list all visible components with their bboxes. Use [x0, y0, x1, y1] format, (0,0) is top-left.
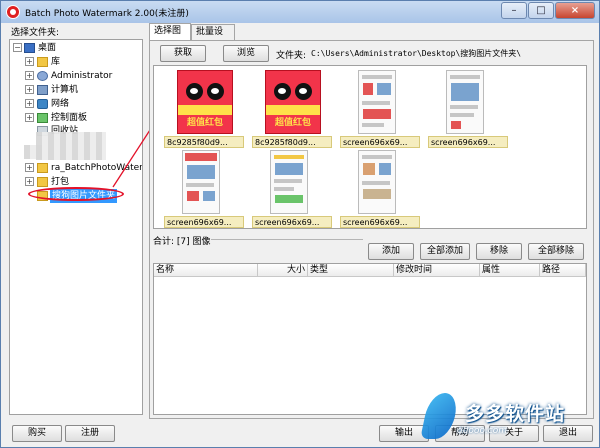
- image-preview: [358, 70, 396, 134]
- column-size[interactable]: 大小: [258, 264, 308, 277]
- thumbnail-caption: screen696x69...: [340, 136, 420, 148]
- thumbnail-item[interactable]: screen696x69...: [340, 148, 420, 232]
- image-preview: [446, 70, 484, 134]
- column-modified[interactable]: 修改时间: [394, 264, 480, 277]
- buy-button[interactable]: 购买: [12, 425, 62, 442]
- image-preview: 超值红包: [177, 70, 233, 134]
- browse-button[interactable]: 浏览: [223, 45, 269, 62]
- image-count-label: 合计: [7] 图像: [153, 237, 211, 247]
- remove-all-button[interactable]: 全部移除: [528, 243, 584, 260]
- add-all-button[interactable]: 全部添加: [420, 243, 470, 260]
- thumbnail-item[interactable]: screen696x69...: [164, 148, 244, 232]
- ddooo-logo-icon: [420, 393, 460, 439]
- image-preview: [270, 150, 308, 214]
- thumbnail-caption: screen696x69...: [252, 216, 332, 228]
- column-name[interactable]: 名称: [154, 264, 258, 277]
- thumbnail-item[interactable]: screen696x69...: [252, 148, 332, 232]
- thumbnail-caption: 8c9285f80d9...: [252, 136, 332, 148]
- main-window: Batch Photo Watermark 2.00(未注册) – □ × 选择…: [0, 0, 600, 448]
- image-preview: 超值红包: [265, 70, 321, 134]
- divider: [211, 239, 363, 240]
- thumbnail-item[interactable]: 超值红包 8c9285f80d9...: [164, 68, 244, 152]
- image-preview: [182, 150, 220, 214]
- watermark-brand: 多多软件站: [465, 403, 566, 425]
- get-button[interactable]: 获取: [160, 45, 206, 62]
- folder-path: C:\Users\Administrator\Desktop\搜狗图片文件夹\: [311, 49, 522, 58]
- add-button[interactable]: 添加: [368, 243, 414, 260]
- column-type[interactable]: 类型: [308, 264, 394, 277]
- register-button[interactable]: 注册: [65, 425, 115, 442]
- thumbnail-caption: screen696x69...: [164, 216, 244, 228]
- thumbnail-item[interactable]: screen696x69...: [428, 68, 508, 152]
- thumbnail-item[interactable]: screen696x69...: [340, 68, 420, 152]
- remove-button[interactable]: 移除: [476, 243, 522, 260]
- thumbnail-item[interactable]: 超值红包 8c9285f80d9...: [252, 68, 332, 152]
- image-preview: [358, 150, 396, 214]
- column-path[interactable]: 路径: [540, 264, 586, 277]
- tab-batch-settings[interactable]: 批量设置: [191, 24, 235, 52]
- thumbnail-caption: screen696x69...: [340, 216, 420, 228]
- thumbnail-caption: screen696x69...: [428, 136, 508, 148]
- thumbnail-caption: 8c9285f80d9...: [164, 136, 244, 148]
- list-header: 名称 大小 类型 修改时间 属性 路径: [154, 264, 586, 277]
- watermark-url: ddooo.com: [457, 426, 508, 436]
- folder-label: 文件夹:: [276, 51, 307, 61]
- thumbnail-grid[interactable]: 超值红包 8c9285f80d9... 超值红包 8c9285f80d9...: [153, 65, 587, 229]
- column-attributes[interactable]: 属性: [480, 264, 540, 277]
- tab-select-images[interactable]: 选择图像: [149, 23, 191, 51]
- site-watermark: 多多软件站 ddooo.com: [420, 393, 596, 443]
